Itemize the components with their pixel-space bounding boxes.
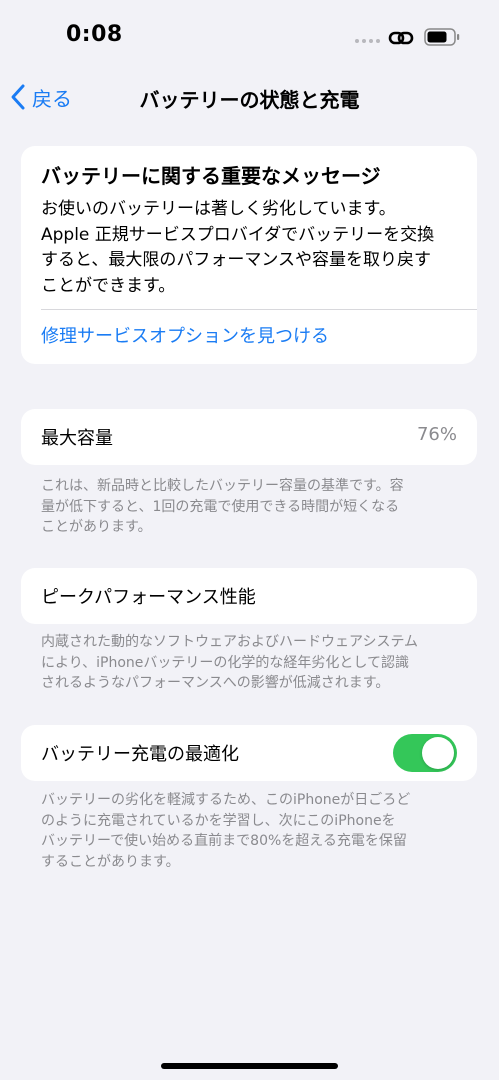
message-title: バッテリーに関する重要なメッセージ [41, 164, 381, 188]
status-bar: 0:08 [0, 0, 499, 70]
signal-dots-icon [355, 39, 380, 43]
max-capacity-row: 最大容量 76% [21, 409, 477, 465]
footnote-line: のように充電されているかを学習し、次にこのiPhoneを [41, 812, 396, 829]
optimized-charging-toggle[interactable] [393, 734, 457, 772]
home-indicator[interactable] [161, 1063, 338, 1069]
message-line: ことができます。 [41, 275, 176, 296]
footnote-line: ことがあります。 [41, 519, 152, 535]
battery-health-screen: 0:08 戻る バッテリーの状態と充電 バッテリーに関する重要なメッセージ お使… [0, 0, 499, 1080]
max-capacity-label: 最大容量 [41, 428, 113, 449]
footnote-line: することがあります。 [41, 853, 180, 870]
peak-performance-label: ピークパフォーマンス性能 [41, 587, 256, 608]
footnote-line: により、iPhoneバッテリーの化学的な経年劣化として認識 [41, 654, 409, 671]
divider [41, 309, 477, 310]
status-time: 0:08 [66, 22, 123, 47]
page-title: バッテリーの状態と充電 [139, 88, 360, 112]
find-repair-options-link[interactable]: 修理サービスオプションを見つける [41, 322, 329, 348]
link-icon [388, 31, 414, 45]
message-line: Apple 正規サービスプロバイダでバッテリーを交換 [41, 224, 435, 245]
message-line: すると、最大限のパフォーマンスや容量を取り戻す [41, 250, 431, 270]
message-body: お使いのバッテリーは著しく劣化しています。 Apple 正規サービスプロバイダで… [41, 197, 461, 299]
peak-performance-row[interactable]: ピークパフォーマンス性能 [21, 568, 477, 624]
optimized-charging-row: バッテリー充電の最適化 [21, 725, 477, 781]
footnote-line: 量が低下すると、1回の充電で使用できる時間が短くなる [41, 498, 400, 515]
max-capacity-value: 76% [416, 424, 457, 445]
footnote-line: バッテリーの劣化を軽減するため、このiPhoneが日ごろど [41, 792, 411, 808]
footnote-line: されるようなパフォーマンスへの影響が低減されます。 [41, 675, 390, 691]
peak-performance-footnote: 内蔵された動的なソフトウェアおよびハードウェアシステム により、iPhoneバッ… [41, 632, 461, 694]
footnote-line: 内蔵された動的なソフトウェアおよびハードウェアシステム [41, 634, 419, 650]
important-message-card: バッテリーに関する重要なメッセージ お使いのバッテリーは著しく劣化しています。 … [21, 146, 477, 364]
message-line: お使いのバッテリーは著しく劣化しています。 [41, 199, 396, 219]
footnote-line: これは、新品時と比較したバッテリー容量の基準です。容 [41, 478, 404, 494]
optimized-charging-footnote: バッテリーの劣化を軽減するため、このiPhoneが日ごろど のように充電されてい… [41, 790, 461, 872]
toggle-knob [422, 737, 454, 769]
optimized-charging-label: バッテリー充電の最適化 [41, 744, 239, 765]
footnote-line: バッテリーで使い始める直前まで80%を超える充電を保留 [41, 833, 407, 849]
max-capacity-footnote: これは、新品時と比較したバッテリー容量の基準です。容 量が低下すると、1回の充電… [41, 476, 461, 538]
battery-icon [424, 28, 460, 46]
navigation-bar: 戻る バッテリーの状態と充電 [0, 70, 499, 124]
